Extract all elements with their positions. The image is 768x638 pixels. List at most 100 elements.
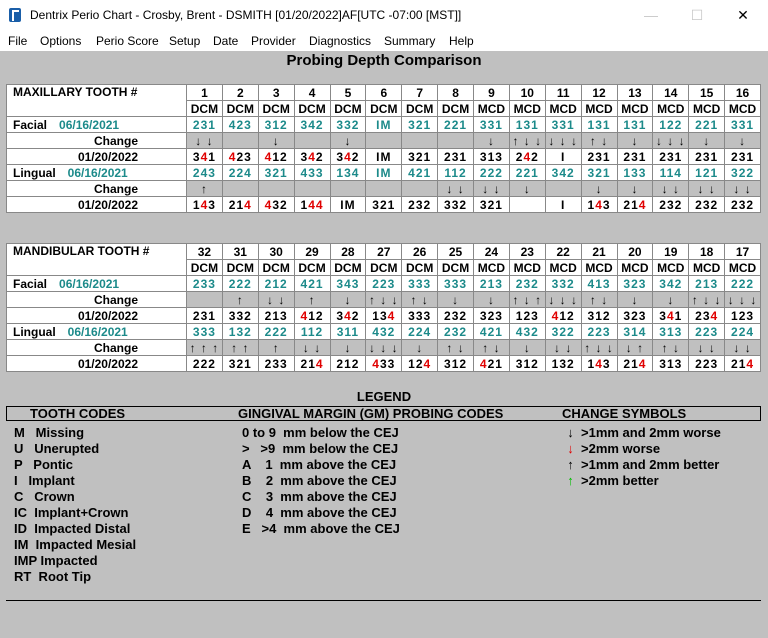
man-tooth-number[interactable]: 30 bbox=[257, 243, 295, 260]
man-base-cell[interactable]: 421 bbox=[473, 323, 510, 340]
man-current-cell[interactable]: 212 bbox=[329, 355, 367, 372]
man-current-cell[interactable]: 341 bbox=[652, 307, 690, 324]
max-current-cell[interactable]: IM bbox=[329, 196, 367, 213]
man-current-cell[interactable]: 433 bbox=[365, 355, 403, 372]
man-current-cell[interactable]: 421 bbox=[473, 355, 510, 372]
max-tooth-number[interactable]: 8 bbox=[437, 84, 474, 101]
man-current-cell[interactable]: 234 bbox=[688, 307, 726, 324]
max-tooth-number[interactable]: 6 bbox=[365, 84, 403, 101]
man-base-cell[interactable]: 212 bbox=[257, 275, 295, 292]
man-base-cell[interactable]: 314 bbox=[616, 323, 654, 340]
max-current-cell[interactable] bbox=[508, 196, 546, 213]
max-current-cell[interactable]: 423 bbox=[221, 148, 259, 165]
man-base-cell[interactable]: 432 bbox=[508, 323, 546, 340]
man-current-cell[interactable]: 214 bbox=[724, 355, 761, 372]
man-current-cell[interactable]: 214 bbox=[293, 355, 331, 372]
menu-date[interactable]: Date bbox=[213, 34, 238, 48]
max-base-cell[interactable]: IM bbox=[365, 116, 403, 133]
max-base-cell[interactable]: 231 bbox=[186, 116, 223, 133]
max-base-cell[interactable]: 131 bbox=[616, 116, 654, 133]
man-base-cell[interactable]: 222 bbox=[257, 323, 295, 340]
man-current-cell[interactable]: 214 bbox=[616, 355, 654, 372]
man-base-cell[interactable]: 343 bbox=[329, 275, 367, 292]
man-current-cell[interactable]: 333 bbox=[401, 307, 439, 324]
menu-help[interactable]: Help bbox=[449, 34, 474, 48]
max-current-cell[interactable]: 232 bbox=[688, 196, 726, 213]
max-current-cell[interactable]: 214 bbox=[616, 196, 654, 213]
max-base-cell[interactable]: 221 bbox=[508, 164, 546, 181]
man-base-cell[interactable]: 342 bbox=[652, 275, 690, 292]
max-base-cell[interactable]: 331 bbox=[724, 116, 761, 133]
man-current-cell[interactable]: 312 bbox=[508, 355, 546, 372]
max-current-cell[interactable]: I bbox=[544, 196, 582, 213]
man-tooth-number[interactable]: 20 bbox=[616, 243, 654, 260]
max-base-cell[interactable]: 122 bbox=[652, 116, 690, 133]
max-tooth-number[interactable]: 1 bbox=[186, 84, 223, 101]
max-base-cell[interactable]: 331 bbox=[544, 116, 582, 133]
man-tooth-number[interactable]: 32 bbox=[186, 243, 223, 260]
man-tooth-number[interactable]: 28 bbox=[329, 243, 367, 260]
man-base-cell[interactable]: 222 bbox=[221, 275, 259, 292]
man-tooth-number[interactable]: 22 bbox=[544, 243, 582, 260]
max-tooth-number[interactable]: 5 bbox=[329, 84, 367, 101]
max-base-cell[interactable]: 321 bbox=[257, 164, 295, 181]
max-base-cell[interactable]: 321 bbox=[401, 116, 439, 133]
max-current-cell[interactable]: 232 bbox=[724, 196, 761, 213]
max-tooth-number[interactable]: 16 bbox=[724, 84, 761, 101]
man-current-cell[interactable]: 332 bbox=[221, 307, 259, 324]
max-current-cell[interactable]: 432 bbox=[257, 196, 295, 213]
max-base-cell[interactable]: 221 bbox=[437, 116, 474, 133]
man-current-cell[interactable]: 222 bbox=[186, 355, 223, 372]
man-tooth-number[interactable]: 29 bbox=[293, 243, 331, 260]
max-base-cell[interactable]: 131 bbox=[508, 116, 546, 133]
man-current-cell[interactable]: 323 bbox=[473, 307, 510, 324]
max-current-cell[interactable]: 313 bbox=[473, 148, 510, 165]
man-current-cell[interactable]: 412 bbox=[544, 307, 582, 324]
max-tooth-number[interactable]: 9 bbox=[473, 84, 510, 101]
max-base-cell[interactable]: 342 bbox=[293, 116, 331, 133]
man-current-cell[interactable]: 313 bbox=[652, 355, 690, 372]
man-base-cell[interactable]: 224 bbox=[724, 323, 761, 340]
max-base-cell[interactable]: 114 bbox=[652, 164, 690, 181]
man-current-cell[interactable]: 312 bbox=[437, 355, 474, 372]
man-base-cell[interactable]: 333 bbox=[437, 275, 474, 292]
man-current-cell[interactable]: 323 bbox=[616, 307, 654, 324]
max-current-cell[interactable]: IM bbox=[365, 148, 403, 165]
max-current-cell[interactable]: 231 bbox=[616, 148, 654, 165]
max-base-cell[interactable]: 321 bbox=[580, 164, 618, 181]
max-base-cell[interactable]: 332 bbox=[329, 116, 367, 133]
max-tooth-number[interactable]: 3 bbox=[257, 84, 295, 101]
man-tooth-number[interactable]: 19 bbox=[652, 243, 690, 260]
man-base-cell[interactable]: 333 bbox=[186, 323, 223, 340]
man-current-cell[interactable]: 124 bbox=[401, 355, 439, 372]
man-tooth-number[interactable]: 25 bbox=[437, 243, 474, 260]
close-button[interactable]: ✕ bbox=[720, 0, 766, 31]
max-current-cell[interactable]: 412 bbox=[257, 148, 295, 165]
man-base-cell[interactable]: 132 bbox=[221, 323, 259, 340]
max-tooth-number[interactable]: 14 bbox=[652, 84, 690, 101]
max-base-cell[interactable]: IM bbox=[365, 164, 403, 181]
menu-provider[interactable]: Provider bbox=[251, 34, 296, 48]
max-base-cell[interactable]: 131 bbox=[580, 116, 618, 133]
man-current-cell[interactable]: 233 bbox=[257, 355, 295, 372]
man-current-cell[interactable]: 312 bbox=[580, 307, 618, 324]
man-base-cell[interactable]: 213 bbox=[688, 275, 726, 292]
man-tooth-number[interactable]: 26 bbox=[401, 243, 439, 260]
man-current-cell[interactable]: 223 bbox=[688, 355, 726, 372]
man-base-cell[interactable]: 232 bbox=[508, 275, 546, 292]
maximize-button[interactable]: ☐ bbox=[674, 0, 720, 31]
max-current-cell[interactable]: 231 bbox=[688, 148, 726, 165]
max-base-cell[interactable]: 331 bbox=[473, 116, 510, 133]
max-current-cell[interactable]: 342 bbox=[329, 148, 367, 165]
man-current-cell[interactable]: 143 bbox=[580, 355, 618, 372]
man-base-cell[interactable]: 332 bbox=[544, 275, 582, 292]
max-base-cell[interactable]: 421 bbox=[401, 164, 439, 181]
max-tooth-number[interactable]: 10 bbox=[508, 84, 546, 101]
man-base-cell[interactable]: 311 bbox=[329, 323, 367, 340]
man-base-cell[interactable]: 224 bbox=[401, 323, 439, 340]
max-base-cell[interactable]: 243 bbox=[186, 164, 223, 181]
max-current-cell[interactable]: 144 bbox=[293, 196, 331, 213]
max-current-cell[interactable]: 231 bbox=[652, 148, 690, 165]
max-base-cell[interactable]: 121 bbox=[688, 164, 726, 181]
man-current-cell[interactable]: 123 bbox=[724, 307, 761, 324]
